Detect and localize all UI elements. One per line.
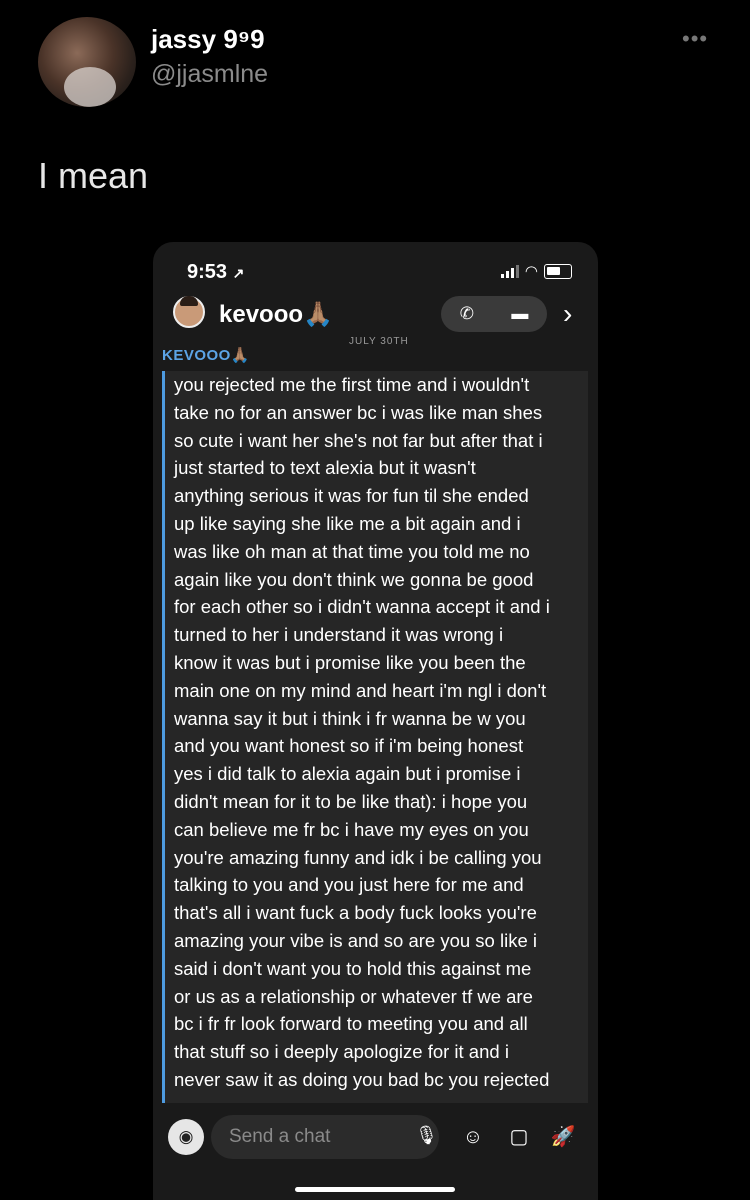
- message-line: know it was but i promise like you been …: [174, 651, 526, 673]
- message-line: talking to you and you just here for me …: [174, 874, 524, 896]
- contact-name[interactable]: kevooo🙏🏽: [219, 300, 333, 329]
- message-line: so cute i want her she's not far but aft…: [174, 429, 543, 451]
- message-line: was like oh man at that time you told me…: [174, 540, 530, 562]
- message-line: main one on my mind and heart i'm ngl i …: [174, 679, 547, 701]
- author-handle[interactable]: @jjasmlne: [151, 60, 268, 89]
- message-line: that stuff so i deeply apologize for it …: [174, 1041, 509, 1063]
- call-actions: ✆ ▬: [441, 296, 547, 332]
- author-name-suffix: 9⁹9: [223, 24, 265, 54]
- status-time: 9:53 ↗: [187, 261, 245, 283]
- video-camera-icon[interactable]: ▬: [511, 304, 528, 324]
- message-text: you rejected me the first time and i wou…: [165, 371, 588, 1094]
- message-line: you rejected me the first time and i wou…: [174, 374, 530, 395]
- message-line: and you want honest so if i'm being hone…: [174, 735, 524, 757]
- message-line: turned to her i understand it was wrong …: [174, 624, 504, 646]
- message-line: anything serious it was for fun til she …: [174, 485, 529, 507]
- author-name-text: jassy: [151, 24, 217, 54]
- message-line: bc i fr fr look forward to meeting you a…: [174, 1013, 528, 1035]
- message-line: you're amazing funny and idk i be callin…: [174, 846, 542, 868]
- sticker-icon[interactable]: ▢: [505, 1123, 533, 1151]
- message-line: again like you don't think we gonna be g…: [174, 568, 534, 590]
- embedded-screenshot[interactable]: 9:53 ↗ ◠ kevooo🙏🏽 ✆ ▬ › JULY 30TH KEVOOO…: [153, 242, 598, 1200]
- author-avatar[interactable]: [38, 17, 136, 107]
- message-line: take no for an answer bc i was like man …: [174, 401, 543, 423]
- rocket-icon[interactable]: 🚀: [549, 1123, 577, 1151]
- message-line: just started to text alexia but it wasn'…: [174, 457, 476, 479]
- contact-bitmoji-avatar[interactable]: [173, 296, 205, 328]
- tweet-text: I mean: [38, 155, 149, 196]
- message-line: yes i did talk to alexia again but i pro…: [174, 763, 521, 785]
- message-line: for each other so i didn't wanna accept …: [174, 596, 550, 618]
- signal-icon: [500, 264, 519, 278]
- location-arrow-icon: ↗: [232, 265, 245, 281]
- message-line: or us as a relationship or whatever tf w…: [174, 985, 533, 1007]
- chat-composer: ◉ 🎙 ☺ ▢ 🚀: [153, 1110, 598, 1166]
- message-line: didn't mean for it to be like that): i h…: [174, 790, 528, 812]
- author-name[interactable]: jassy 9⁹9: [151, 24, 265, 55]
- phone-icon[interactable]: ✆: [460, 304, 474, 324]
- message-line: never saw it as doing you bad bc you rej…: [174, 1068, 550, 1090]
- wifi-icon: ◠: [524, 263, 538, 280]
- more-dots-icon[interactable]: •••: [682, 26, 708, 52]
- status-icons: ◠: [500, 262, 572, 280]
- camera-icon[interactable]: ◉: [168, 1119, 204, 1155]
- battery-icon: [544, 263, 572, 279]
- message-line: said i don't want you to hold this again…: [174, 957, 532, 979]
- message-line: that's all i want fuck a body fuck looks…: [174, 902, 537, 924]
- message-bubble[interactable]: you rejected me the first time and i wou…: [162, 371, 588, 1103]
- message-line: amazing your vibe is and so are you so l…: [174, 929, 537, 951]
- home-indicator: [295, 1187, 455, 1192]
- message-line: wanna say it but i think i fr wanna be w…: [174, 707, 526, 729]
- chat-input[interactable]: [211, 1115, 439, 1159]
- message-line: up like saying she like me a bit again a…: [174, 512, 521, 534]
- date-label: JULY 30TH: [349, 336, 409, 347]
- smiley-icon[interactable]: ☺: [459, 1123, 487, 1151]
- microphone-icon[interactable]: 🎙: [415, 1125, 438, 1146]
- chevron-right-icon[interactable]: ›: [563, 298, 572, 330]
- message-line: can believe me fr bc i have my eyes on y…: [174, 818, 529, 840]
- sender-label: KEVOOO🙏🏽: [162, 347, 251, 364]
